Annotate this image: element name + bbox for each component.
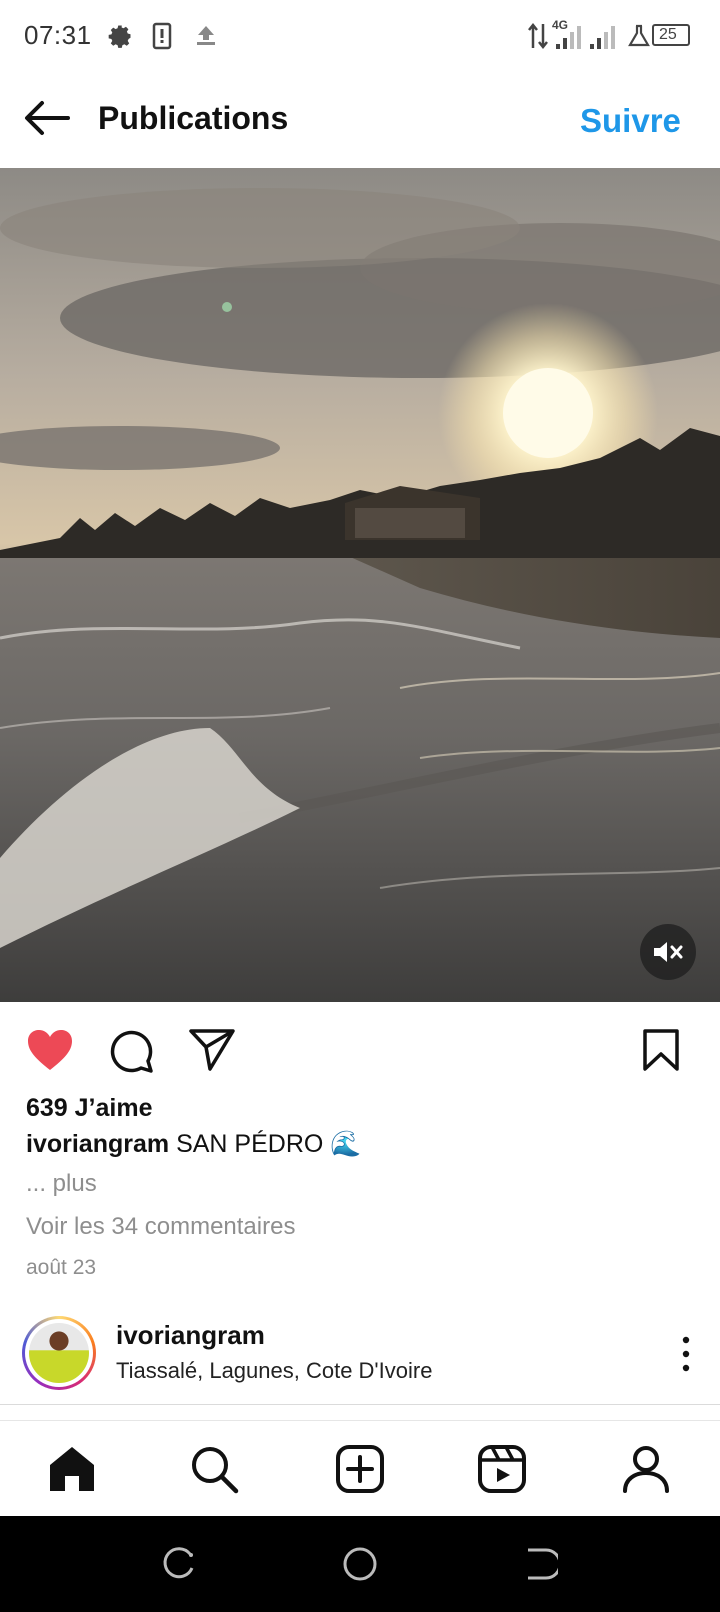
post-video[interactable] bbox=[0, 168, 720, 1002]
back-arrow-icon[interactable] bbox=[24, 100, 70, 136]
settings-gear-icon bbox=[108, 25, 131, 48]
follow-button[interactable]: Suivre bbox=[580, 102, 681, 140]
page-title: Publications bbox=[98, 100, 289, 136]
save-bookmark-icon[interactable] bbox=[642, 1028, 680, 1072]
create-post-icon[interactable] bbox=[334, 1443, 386, 1495]
back-button-icon[interactable] bbox=[522, 1546, 558, 1582]
divider bbox=[0, 1404, 720, 1405]
post-date: août 23 bbox=[26, 1256, 97, 1279]
post-username[interactable]: ivoriangram bbox=[116, 1320, 265, 1351]
share-send-icon[interactable] bbox=[188, 1028, 236, 1072]
avatar-image bbox=[29, 1323, 89, 1383]
post-location[interactable]: Tiassalé, Lagunes, Cote D'Ivoire bbox=[116, 1358, 432, 1384]
beach-sunset-video-frame bbox=[0, 168, 720, 1002]
search-icon[interactable] bbox=[188, 1443, 240, 1495]
speaker-muted-icon bbox=[654, 942, 683, 962]
data-transfer-icon bbox=[528, 22, 548, 50]
upload-icon bbox=[197, 26, 215, 45]
comment-bubble-icon[interactable] bbox=[108, 1028, 154, 1074]
avatar[interactable] bbox=[22, 1316, 96, 1390]
page-header: Publications Suivre bbox=[0, 72, 720, 168]
more-options-icon[interactable] bbox=[676, 1336, 696, 1372]
battery-level: 25 bbox=[659, 26, 677, 43]
bottom-nav bbox=[0, 1420, 720, 1517]
flask-icon bbox=[628, 24, 650, 47]
home-icon[interactable] bbox=[46, 1443, 98, 1495]
caption-text: SAN PÉDRO bbox=[176, 1130, 324, 1158]
like-heart-icon[interactable] bbox=[26, 1028, 74, 1072]
post-caption: ivoriangram SAN PÉDRO 🌊 bbox=[26, 1130, 361, 1159]
caption-more-link[interactable]: ... plus bbox=[26, 1170, 97, 1198]
battery-icon: 25 bbox=[652, 24, 690, 46]
reels-icon[interactable] bbox=[476, 1443, 528, 1495]
likes-count[interactable]: 639 J’aime bbox=[26, 1094, 153, 1123]
status-bar: 07:31 4G 25 bbox=[0, 0, 720, 72]
status-time: 07:31 bbox=[24, 20, 92, 50]
caption-username[interactable]: ivoriangram bbox=[26, 1130, 169, 1158]
view-comments-link[interactable]: Voir les 34 commentaires bbox=[26, 1213, 295, 1241]
system-nav-bar bbox=[0, 1516, 720, 1612]
signal-bars-icon bbox=[556, 26, 615, 49]
phone-alert-icon bbox=[152, 22, 172, 50]
home-button-icon[interactable] bbox=[342, 1546, 378, 1582]
recent-apps-icon[interactable] bbox=[162, 1546, 198, 1582]
mute-button[interactable] bbox=[640, 924, 696, 980]
wave-emoji: 🌊 bbox=[330, 1130, 362, 1158]
profile-icon[interactable] bbox=[620, 1443, 672, 1495]
